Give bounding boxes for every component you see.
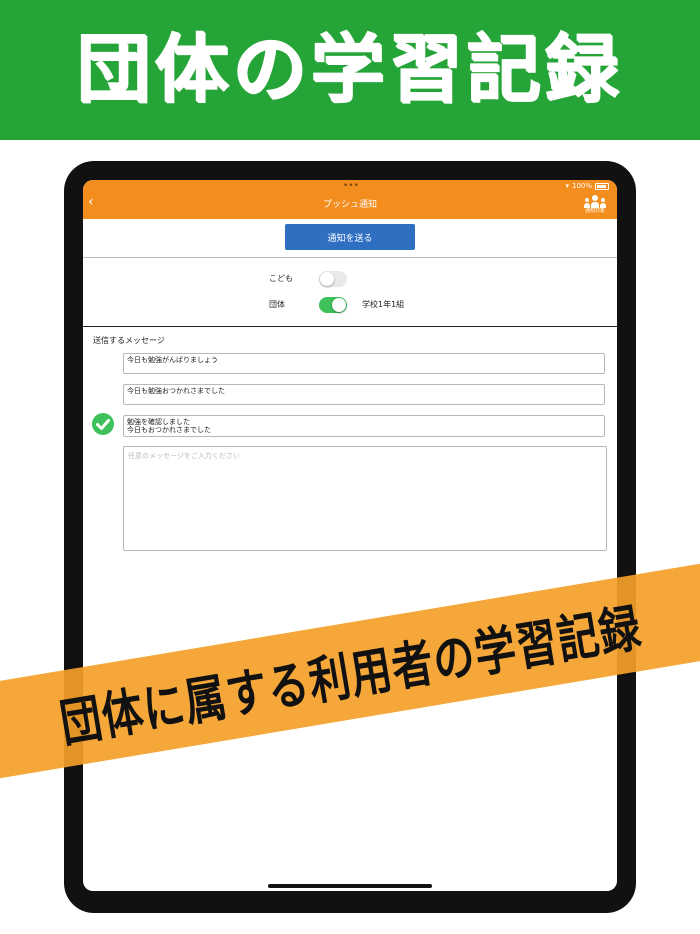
person-right: [600, 198, 606, 208]
page-title: プッシュ通知: [322, 200, 377, 210]
selected-check-icon: [92, 413, 114, 435]
message-option-3[interactable]: 勉強を確認しました 今日もおつかれさまでした: [123, 415, 605, 437]
message-option-2[interactable]: 今日も勉強おつかれさまでした: [123, 384, 605, 405]
send-notification-button[interactable]: 通知を送る: [285, 224, 415, 250]
group-people-icon: [584, 194, 606, 208]
message-text: 今日も勉強おつかれさまでした: [127, 387, 225, 395]
message-text: 今日も勉強がんばりましょう: [127, 356, 218, 364]
top-banner: 団体の学習記録: [0, 0, 700, 140]
status-bar-right: ▾ 100%: [565, 182, 609, 191]
send-section: 通知を送る: [83, 219, 617, 258]
app-screen: ••• ▾ 100% ‹ プッシュ通知 通知対象 通知を送る こども 団体 学校…: [83, 180, 617, 891]
person-left: [584, 198, 590, 208]
message-option-1[interactable]: 今日も勉強がんばりましょう: [123, 353, 605, 374]
child-toggle[interactable]: [319, 271, 347, 287]
message-text-line-1: 勉強を確認しました: [127, 418, 190, 426]
custom-message-input[interactable]: [123, 446, 607, 551]
target-section: こども 団体 学校1年1組: [83, 258, 617, 327]
wifi-icon: ▾: [565, 182, 569, 190]
group-name: 学校1年1組: [362, 300, 405, 309]
toggle-knob: [332, 298, 346, 312]
messages-section-title: 送信するメッセージ: [93, 336, 165, 345]
message-text-line-2: 今日もおつかれさまでした: [127, 426, 211, 434]
recipients-button[interactable]: 通知対象: [583, 194, 607, 214]
navigation-bar: ••• ▾ 100% ‹ プッシュ通知 通知対象: [83, 180, 617, 219]
person-center: [591, 195, 599, 208]
group-toggle[interactable]: [319, 297, 347, 313]
battery-icon: [595, 183, 609, 190]
group-label: 団体: [269, 300, 285, 309]
home-indicator: [268, 884, 432, 888]
status-dots: •••: [343, 181, 359, 191]
battery-percentage: 100%: [571, 182, 592, 190]
banner-title: 団体の学習記録: [77, 27, 623, 113]
tablet-frame: ••• ▾ 100% ‹ プッシュ通知 通知対象 通知を送る こども 団体 学校…: [64, 161, 636, 913]
child-label: こども: [269, 274, 293, 283]
toggle-knob: [320, 272, 334, 286]
recipients-label: 通知対象: [584, 208, 605, 214]
